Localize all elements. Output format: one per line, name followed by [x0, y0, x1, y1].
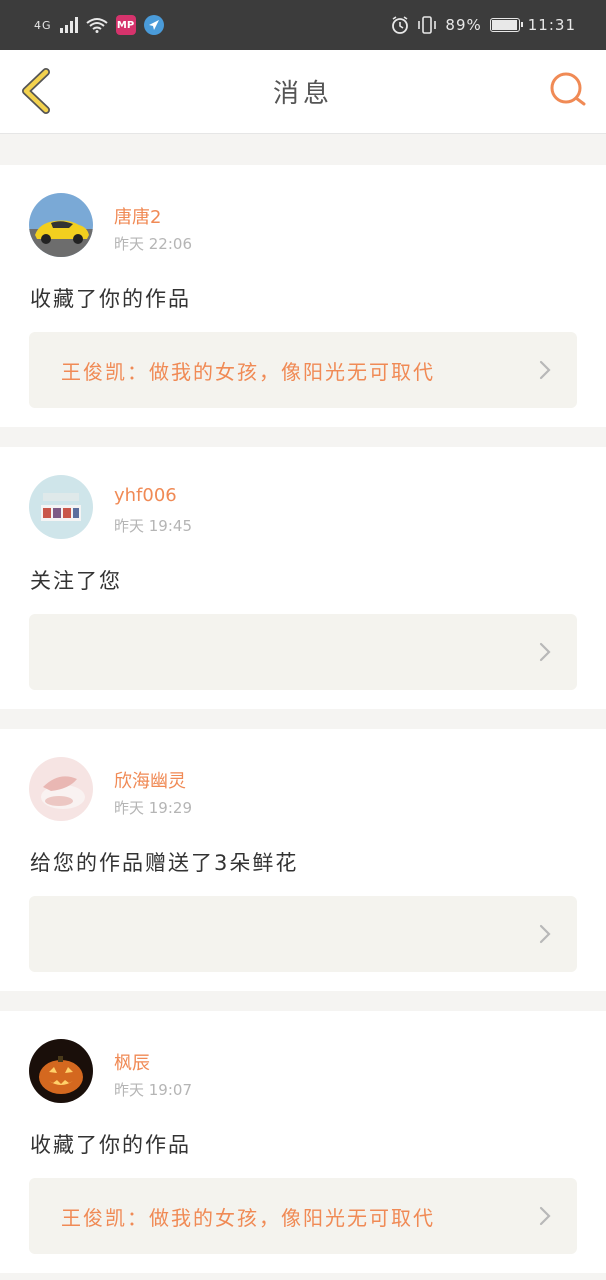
avatar[interactable] — [29, 193, 93, 257]
action-text: 收藏了你的作品 — [30, 1133, 191, 1157]
timestamp: 昨天 19:29 — [114, 799, 192, 817]
message-card[interactable]: 枫辰 昨天 19:07 收藏了你的作品 王俊凯：做我的女孩，像阳光无可取代 — [0, 1011, 606, 1273]
pumpkin-avatar-image — [29, 1039, 93, 1103]
search-icon — [550, 72, 586, 106]
chevron-right-icon — [539, 1206, 551, 1226]
network-type: 4G — [34, 18, 52, 32]
timestamp: 昨天 19:07 — [114, 1081, 192, 1099]
wifi-icon — [85, 18, 108, 33]
username[interactable]: yhf006 — [114, 485, 177, 506]
work-title: 王俊凯：做我的女孩，像阳光无可取代 — [61, 1206, 435, 1230]
battery-level — [491, 20, 517, 30]
signal-icon — [59, 17, 78, 33]
work-title: 王俊凯：做我的女孩，像阳光无可取代 — [61, 360, 435, 384]
app-badge-icon: MP — [115, 15, 136, 35]
back-button[interactable] — [16, 66, 60, 116]
work-link[interactable]: 王俊凯：做我的女孩，像阳光无可取代 — [29, 332, 577, 408]
work-link[interactable] — [29, 614, 577, 690]
timestamp: 昨天 19:45 — [114, 517, 192, 535]
battery-icon — [489, 18, 523, 32]
message-card[interactable]: yhf006 昨天 19:45 关注了您 — [0, 447, 606, 709]
chevron-right-icon — [539, 360, 551, 380]
message-card[interactable]: 唐唐2 昨天 22:06 收藏了你的作品 王俊凯：做我的女孩，像阳光无可取代 — [0, 165, 606, 427]
work-link[interactable] — [29, 896, 577, 972]
navigation-icon — [143, 15, 164, 35]
avatar[interactable] — [29, 1039, 93, 1103]
page-title: 消息 — [272, 79, 333, 109]
avatar[interactable] — [29, 475, 93, 539]
action-text: 关注了您 — [30, 569, 122, 593]
message-card[interactable]: 欣海幽灵 昨天 19:29 给您的作品赠送了3朵鲜花 — [0, 729, 606, 991]
top-nav-bar: 消息 — [0, 50, 606, 134]
photo-strip-avatar-image — [29, 475, 93, 539]
chevron-right-icon — [539, 924, 551, 944]
status-bar: 4G MP 89% 11:31 — [0, 0, 606, 50]
battery-percent: 89% — [445, 16, 482, 34]
vibrate-icon — [418, 16, 437, 34]
username[interactable]: 唐唐2 — [114, 203, 161, 229]
action-text: 收藏了你的作品 — [30, 287, 191, 311]
yellow-car-avatar-image — [29, 193, 93, 257]
alarm-icon — [392, 16, 409, 34]
avatar[interactable] — [29, 757, 93, 821]
timestamp: 昨天 22:06 — [114, 235, 192, 253]
status-time: 11:31 — [527, 16, 576, 34]
status-bar-left: 4G MP — [34, 15, 164, 35]
username[interactable]: 枫辰 — [114, 1049, 150, 1075]
action-text: 给您的作品赠送了3朵鲜花 — [30, 851, 299, 875]
status-bar-right: 89% 11:31 — [391, 16, 576, 34]
chevron-right-icon — [539, 642, 551, 662]
search-button[interactable] — [548, 70, 588, 110]
work-link[interactable]: 王俊凯：做我的女孩，像阳光无可取代 — [29, 1178, 577, 1254]
chevron-left-icon — [22, 68, 50, 114]
username[interactable]: 欣海幽灵 — [114, 767, 186, 793]
teacup-avatar-image — [29, 757, 93, 821]
